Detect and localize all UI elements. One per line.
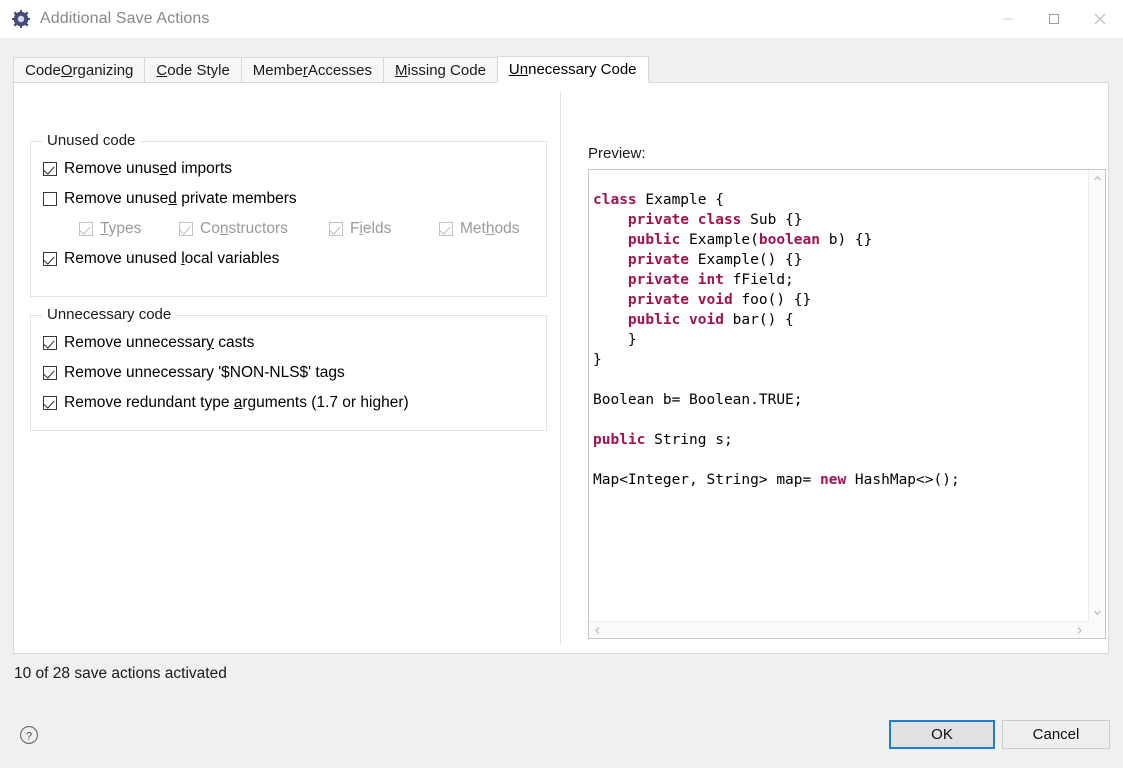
tab-unnecessary-code[interactable]: Un necessary Code [496,56,649,83]
scrollbar-corner [1088,621,1105,638]
preview-vertical-scrollbar[interactable] [1088,170,1105,621]
tab-strip: Code Organizing Code Style Membe r Accesses… [13,56,649,83]
checkbox-label: Types [100,220,142,237]
checkbox-label: Fields [350,220,392,237]
tab-missing-code[interactable]: Missing Code [383,57,497,83]
group-unused-code-title: Unused code [42,132,141,149]
checkbox-label: Remove unused local variables [64,250,280,267]
preview-code-box: class Example { private class Sub {} pub… [588,169,1106,639]
maximize-button[interactable] [1031,0,1077,38]
checkbox-remove-unused-imports[interactable]: Remove unused imports [43,160,232,178]
checkbox-constructors[interactable]: Constructors [179,220,288,238]
group-unnecessary-code: Unnecessary code Remove unnecessary cast… [30,306,547,431]
checkbox-methods[interactable]: Methods [439,220,519,238]
panel-separator [560,91,561,645]
window-title: Additional Save Actions [40,10,210,27]
checkbox-label: Remove unused private members [64,190,297,207]
checkbox-box [43,366,57,380]
checkbox-fields[interactable]: Fields [329,220,391,238]
checkbox-label: Remove unused imports [64,160,233,177]
checkbox-label: Remove unnecessary casts [64,334,255,351]
svg-text:?: ? [26,730,32,742]
checkbox-box [43,192,57,206]
checkbox-remove-unused-private-members[interactable]: Remove unused private members [43,190,297,208]
checkbox-remove-unused-local-variables[interactable]: Remove unused local variables [43,250,279,268]
gear-icon [12,10,30,28]
checkbox-box [179,222,193,236]
scroll-up-icon[interactable] [1089,170,1105,187]
help-icon[interactable]: ? [19,725,39,745]
tab-code-organizing[interactable]: Code Organizing [13,57,145,83]
checkbox-label: Methods [460,220,520,237]
close-button[interactable] [1077,0,1123,38]
tab-panel-unnecessary-code: Unused code Remove unused imports Remove… [13,82,1109,654]
checkbox-box [439,222,453,236]
group-unused-code: Unused code Remove unused imports Remove… [30,132,547,297]
preview-code-text: class Example { private class Sub {} pub… [593,191,960,488]
scroll-right-icon[interactable] [1071,622,1088,638]
checkbox-box [43,162,57,176]
ok-button[interactable]: OK [889,720,995,749]
checkbox-box [43,396,57,410]
window-titlebar: Additional Save Actions [0,0,1123,38]
scroll-left-icon[interactable] [589,622,606,638]
window-controls [985,0,1123,38]
checkbox-box [329,222,343,236]
checkbox-box [43,252,57,266]
dialog-body: Code Organizing Code Style Membe r Accesses… [0,38,1123,768]
checkbox-box [43,336,57,350]
checkbox-remove-unnecessary-nonnls-tags[interactable]: Remove unnecessary '$NON-NLS$' tags [43,364,345,382]
preview-label: Preview: [588,145,646,162]
checkbox-box [79,222,93,236]
checkbox-remove-unnecessary-casts[interactable]: Remove unnecessary casts [43,334,254,352]
checkbox-label: Constructors [200,220,288,237]
minimize-button[interactable] [985,0,1031,38]
additional-save-actions-dialog: Additional Save Actions Code Organizing C… [0,0,1123,768]
scroll-down-icon[interactable] [1089,604,1105,621]
checkbox-label: Remove redundant type arguments (1.7 or … [64,394,409,411]
checkbox-label: Remove unnecessary '$NON-NLS$' tags [64,364,345,381]
checkbox-types[interactable]: Types [79,220,141,238]
group-unnecessary-code-title: Unnecessary code [42,306,177,323]
status-text: 10 of 28 save actions activated [14,665,227,682]
preview-horizontal-scrollbar[interactable] [589,621,1088,638]
checkbox-remove-redundant-type-arguments[interactable]: Remove redundant type arguments (1.7 or … [43,394,409,412]
tab-member-accesses[interactable]: Membe r Accesses [240,57,384,83]
cancel-button[interactable]: Cancel [1002,720,1110,749]
tab-code-style[interactable]: Code Style [144,57,241,83]
